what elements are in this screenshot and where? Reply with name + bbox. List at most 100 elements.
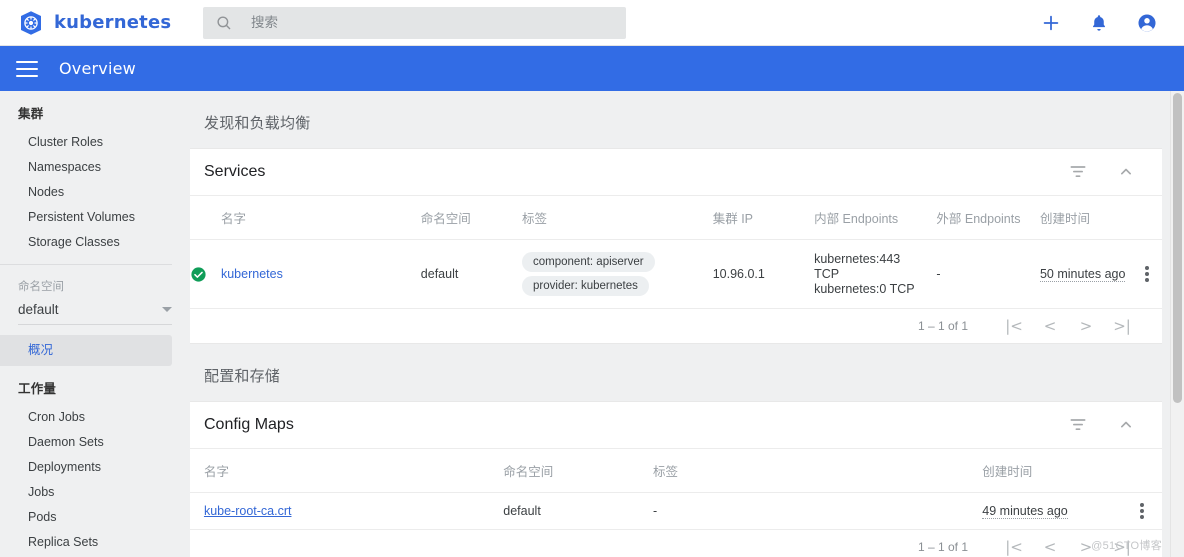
- service-name-link[interactable]: kubernetes: [221, 267, 283, 281]
- pager-next-button[interactable]: >: [1068, 538, 1104, 556]
- chevron-down-icon: [162, 307, 172, 312]
- brand-logo-area[interactable]: kubernetes: [0, 10, 190, 36]
- namespace-selector-block: 命名空间 default: [0, 265, 190, 325]
- table-row[interactable]: kubernetes default component: apiserver …: [190, 239, 1162, 309]
- configmaps-col-labels[interactable]: 标签: [653, 449, 983, 493]
- created-timestamp[interactable]: 50 minutes ago: [1039, 267, 1126, 282]
- configmaps-card-title: Config Maps: [204, 416, 294, 433]
- filter-icon[interactable]: [1068, 162, 1088, 182]
- sidebar-group-cluster: 集群: [18, 107, 44, 121]
- configmaps-card-actions: [1068, 415, 1162, 435]
- search-icon: [217, 15, 231, 30]
- services-table: 名字 命名空间 标签 集群 IP 内部 Endpoints 外部 Endpoin…: [190, 196, 1162, 309]
- row-overflow-menu-icon[interactable]: [1140, 509, 1145, 513]
- sidebar-item-deployments[interactable]: Deployments: [0, 455, 190, 480]
- created-timestamp[interactable]: 49 minutes ago: [982, 504, 1068, 519]
- collapse-chevron-up-icon[interactable]: [1116, 415, 1136, 435]
- table-row[interactable]: kube-root-ca.crt default - 49 minutes ag…: [190, 492, 1162, 530]
- configmap-name-link[interactable]: kube-root-ca.crt: [204, 504, 292, 518]
- sidebar-item-namespaces[interactable]: Namespaces: [0, 155, 190, 180]
- configmaps-pager-count: 1 – 1 of 1: [917, 540, 968, 554]
- configmaps-row-menu: [1122, 492, 1162, 530]
- configmaps-card: Config Maps 名字 命名空间 标签 创建时间 kube-root-ca…: [190, 401, 1162, 557]
- pager-prev-button[interactable]: <: [1032, 317, 1068, 335]
- page-scrollbar[interactable]: [1170, 91, 1184, 557]
- sidebar-item-nodes[interactable]: Nodes: [0, 180, 190, 205]
- hamburger-menu-icon[interactable]: [16, 60, 38, 77]
- notifications-bell-icon[interactable]: [1088, 12, 1110, 34]
- top-bar-actions: [1040, 12, 1184, 34]
- configmaps-card-header: Config Maps: [190, 402, 1162, 449]
- namespace-label: 命名空间: [18, 281, 64, 293]
- row-overflow-menu-icon[interactable]: [1144, 272, 1149, 276]
- sidebar-item-cron-jobs[interactable]: Cron Jobs: [0, 405, 190, 430]
- account-circle-icon[interactable]: [1136, 12, 1158, 34]
- search-bar[interactable]: [203, 6, 626, 39]
- collapse-chevron-up-icon[interactable]: [1116, 162, 1136, 182]
- page-header: Overview: [0, 46, 1184, 91]
- sidebar-item-daemon-sets[interactable]: Daemon Sets: [0, 430, 190, 455]
- configmaps-col-namespace[interactable]: 命名空间: [503, 449, 654, 493]
- configmaps-row-namespace: default: [503, 492, 654, 530]
- sidebar-group-workloads: 工作量: [18, 382, 57, 396]
- search-input[interactable]: [251, 7, 611, 38]
- services-card-header: Services: [190, 149, 1162, 196]
- internal-endpoint-line: kubernetes:443: [814, 251, 901, 266]
- create-icon[interactable]: [1040, 12, 1062, 34]
- configmaps-col-name[interactable]: 名字: [203, 449, 504, 493]
- sidebar-item-replica-sets[interactable]: Replica Sets: [0, 530, 190, 555]
- services-row-internal-endpoints: kubernetes:443 TCP kubernetes:0 TCP: [814, 239, 937, 309]
- sidebar-item-label: 概况: [28, 343, 54, 357]
- kubernetes-dashboard: kubernetes 搜索 Overview 集群 Cluster Roles …: [0, 0, 1184, 557]
- status-ok-check-circle-icon: [191, 266, 206, 282]
- sidebar-item-storage-classes[interactable]: Storage Classes: [0, 230, 190, 255]
- services-header-row: 名字 命名空间 标签 集群 IP 内部 Endpoints 外部 Endpoin…: [190, 196, 1162, 240]
- services-col-name[interactable]: 名字: [220, 196, 421, 240]
- sidebar-item-overview[interactable]: 概况: [0, 335, 172, 366]
- pager-last-button[interactable]: >|: [1104, 538, 1140, 556]
- section-title-discovery: 发现和负载均衡: [204, 115, 311, 132]
- configmaps-row-created: 49 minutes ago: [982, 492, 1123, 530]
- sidebar-item-label: Namespaces: [28, 160, 101, 174]
- configmaps-row-labels: -: [653, 492, 983, 530]
- sidebar-item-label: Jobs: [28, 485, 55, 499]
- sidebar-item-label: Persistent Volumes: [28, 210, 135, 224]
- top-bar: kubernetes: [0, 0, 1184, 46]
- services-row-menu: [1131, 239, 1162, 309]
- services-row-status: [190, 239, 221, 309]
- brand-name: kubernetes: [54, 12, 172, 33]
- services-col-external-endpoints[interactable]: 外部 Endpoints: [936, 196, 1040, 240]
- configmaps-table-head: 名字 命名空间 标签 创建时间: [190, 449, 1162, 493]
- namespace-select[interactable]: default: [18, 302, 172, 325]
- pager-first-button[interactable]: |<: [996, 317, 1032, 335]
- configmaps-col-created[interactable]: 创建时间: [982, 449, 1123, 493]
- configmaps-table: 名字 命名空间 标签 创建时间 kube-root-ca.crt default: [190, 449, 1162, 530]
- sidebar-item-label: Replica Sets: [28, 535, 99, 549]
- page-title: Overview: [59, 59, 136, 78]
- sidebar-overview-wrap: 概况: [0, 335, 190, 366]
- scrollbar-thumb[interactable]: [1173, 93, 1182, 403]
- services-col-internal-endpoints[interactable]: 内部 Endpoints: [814, 196, 937, 240]
- internal-endpoint-line: kubernetes:0 TCP: [814, 281, 915, 296]
- filter-icon[interactable]: [1068, 415, 1088, 435]
- sidebar-item-pods[interactable]: Pods: [0, 505, 190, 530]
- pager-first-button[interactable]: |<: [996, 538, 1032, 556]
- services-col-namespace[interactable]: 命名空间: [420, 196, 523, 240]
- pager-prev-button[interactable]: <: [1032, 538, 1068, 556]
- sidebar-item-label: Daemon Sets: [28, 435, 104, 449]
- services-col-labels[interactable]: 标签: [522, 196, 713, 240]
- services-table-body: kubernetes default component: apiserver …: [190, 239, 1162, 309]
- sidebar-item-cluster-roles[interactable]: Cluster Roles: [0, 130, 190, 155]
- namespace-selected-value: default: [18, 302, 59, 317]
- services-col-cluster-ip[interactable]: 集群 IP: [712, 196, 815, 240]
- sidebar-item-persistent-volumes[interactable]: Persistent Volumes: [0, 205, 190, 230]
- pager-next-button[interactable]: >: [1068, 317, 1104, 335]
- configmaps-row-name: kube-root-ca.crt: [203, 492, 504, 530]
- services-row-external-endpoints: -: [936, 239, 1040, 309]
- pager-last-button[interactable]: >|: [1104, 317, 1140, 335]
- configmaps-pager: 1 – 1 of 1 |< < > >|: [190, 530, 1162, 557]
- sidebar-item-jobs[interactable]: Jobs: [0, 480, 190, 505]
- configmaps-table-body: kube-root-ca.crt default - 49 minutes ag…: [190, 492, 1162, 530]
- services-col-created[interactable]: 创建时间: [1039, 196, 1132, 240]
- label-chip: component: apiserver: [522, 252, 655, 272]
